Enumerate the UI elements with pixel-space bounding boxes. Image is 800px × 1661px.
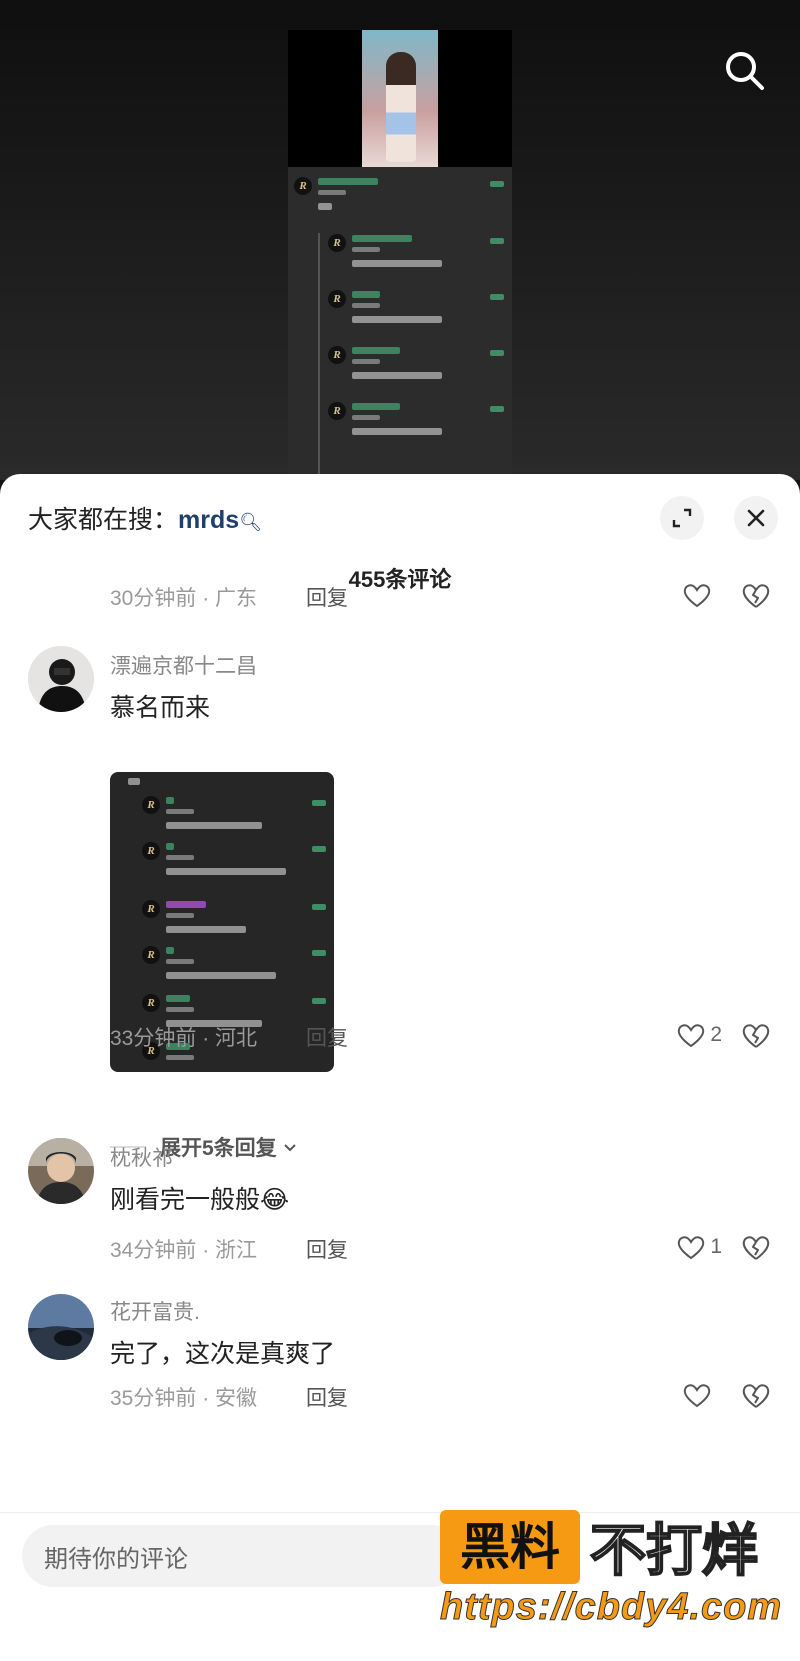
heart-icon: [678, 1024, 705, 1048]
trending-keyword[interactable]: mrds: [178, 506, 239, 534]
comment-text: 完了，这次是真爽了: [110, 1340, 336, 1368]
comments-sheet: 大家都在搜：mrds🔍︎ 455条评论 30分钟前 · 广东 回复 漂遍京都十二…: [0, 474, 800, 1660]
chevron-down-icon: [283, 1144, 296, 1152]
comment-username[interactable]: 漂遍京都十二昌: [110, 650, 257, 680]
mini-reply: R: [322, 398, 512, 454]
video-screenshot-preview: R R R R R: [288, 30, 512, 480]
comment-text: 慕名而来: [110, 694, 211, 722]
like-button[interactable]: [682, 1380, 712, 1410]
comment-meta: 34分钟前 · 浙江: [110, 1239, 258, 1262]
laugh-cry-emoji: 😂: [260, 1186, 290, 1214]
video-area[interactable]: R R R R R: [0, 0, 800, 480]
dislike-button[interactable]: [740, 1019, 772, 1051]
magnifier-icon: 🔍︎: [239, 512, 263, 532]
comment-meta: 33分钟前 · 河北: [110, 1027, 258, 1050]
broken-heart-icon: [742, 1024, 770, 1048]
close-button[interactable]: [734, 496, 778, 540]
heart-icon: [683, 584, 711, 608]
comment-text-line: 刚看完一般般😂: [110, 1180, 289, 1216]
avatar[interactable]: [28, 1294, 94, 1360]
comment-username[interactable]: 枕秋祁: [110, 1142, 173, 1172]
expand-replies-label: 展开5条回复: [160, 1137, 277, 1160]
comment-input-placeholder: 期待你的评论: [44, 1545, 188, 1573]
mini-reply: R: [322, 286, 512, 342]
avatar[interactable]: [28, 1138, 94, 1204]
video-frame: [288, 30, 512, 167]
like-count: 2: [710, 1023, 722, 1046]
comment-meta: 30分钟前 · 广东: [110, 587, 258, 610]
comment-text: 刚看完一般般: [110, 1186, 261, 1214]
reply-button[interactable]: 回复: [306, 1022, 348, 1052]
mini-reply: R: [322, 230, 512, 286]
like-button[interactable]: 2: [676, 1020, 722, 1050]
close-icon: [747, 509, 765, 527]
broken-heart-icon: [742, 1236, 770, 1260]
trending-prefix: 大家都在搜：: [28, 506, 179, 534]
reply-button[interactable]: 回复: [306, 582, 348, 612]
dislike-button[interactable]: [740, 1231, 772, 1263]
mini-reply: R: [322, 342, 512, 398]
like-button[interactable]: 1: [676, 1232, 722, 1262]
avatar[interactable]: [28, 646, 94, 712]
expand-button[interactable]: [660, 496, 704, 540]
broken-heart-icon: [742, 584, 770, 608]
like-button[interactable]: [682, 580, 712, 610]
broken-heart-icon: [742, 1384, 770, 1408]
dislike-button[interactable]: [740, 579, 772, 611]
comment-input[interactable]: 期待你的评论: [22, 1525, 464, 1587]
watermark-url: https://cbdy4.com: [439, 1586, 783, 1629]
search-icon: [726, 52, 764, 90]
heart-icon: [683, 1384, 711, 1408]
reply-button[interactable]: 回复: [306, 1382, 348, 1412]
watermark-label: 黑料: [440, 1510, 580, 1584]
like-count: 1: [710, 1235, 722, 1258]
reply-button[interactable]: 回复: [306, 1234, 348, 1264]
search-button[interactable]: [722, 48, 766, 92]
heart-icon: [678, 1236, 705, 1260]
comment-meta: 35分钟前 · 安徽: [110, 1387, 258, 1410]
mini-comment: R: [288, 173, 512, 229]
watermark-slogan: 不打烊: [589, 1518, 759, 1583]
comment-username[interactable]: 花开富贵.: [110, 1296, 200, 1326]
dislike-button[interactable]: [740, 1379, 772, 1411]
trending-search[interactable]: 大家都在搜：mrds🔍︎: [28, 500, 262, 536]
video-thumbnail: [362, 30, 438, 167]
expand-icon: [672, 508, 692, 528]
